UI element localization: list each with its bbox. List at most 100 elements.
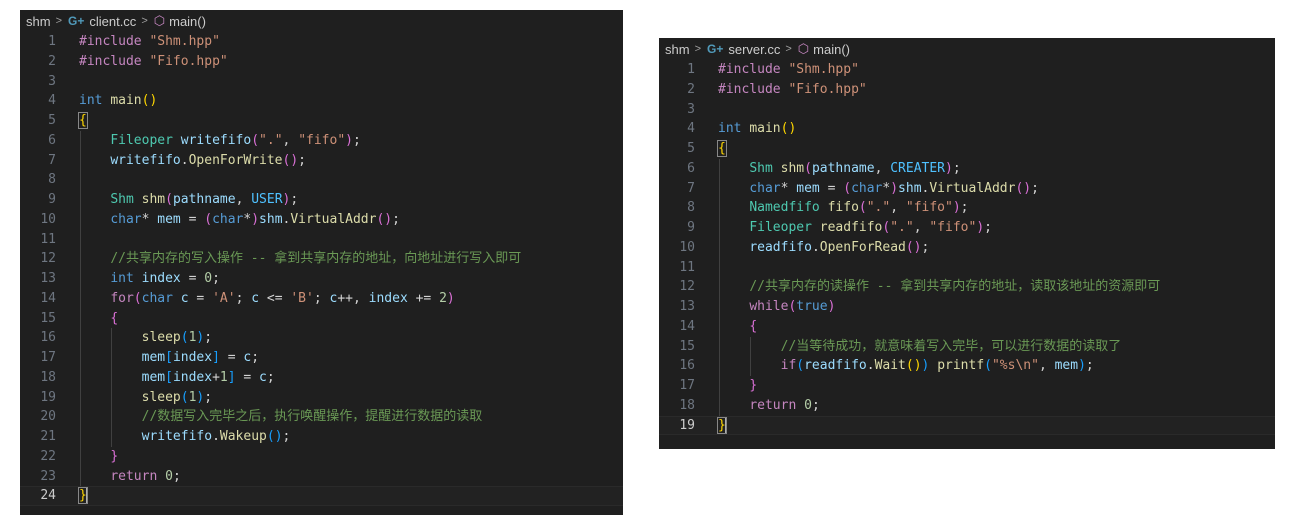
code-line[interactable]: 18 return 0;: [659, 396, 1275, 416]
code-line[interactable]: 1 #include "Shm.hpp": [20, 32, 623, 52]
code-line[interactable]: 4 int main(): [20, 91, 623, 111]
code-line[interactable]: 24}: [20, 486, 623, 506]
code-text: {: [718, 319, 757, 334]
code-line[interactable]: 6 Shm shm(pathname, CREATER);: [659, 159, 1275, 179]
code-line[interactable]: 4 int main(): [659, 119, 1275, 139]
code-token: pathname: [811, 160, 875, 176]
breadcrumb: shm > G+ server.cc > ⬡ main(): [659, 38, 1275, 60]
line-number: 19: [40, 389, 56, 405]
breadcrumb-folder[interactable]: shm: [26, 14, 51, 29]
code-area[interactable]: 1 #include "Shm.hpp" 2 #include "Fifo.hpp" 3…: [659, 60, 1275, 436]
code-token: index: [141, 271, 181, 286]
line-number: 8: [687, 200, 695, 216]
code-text: if(readfifo.Wait()) printf("%s\n", mem);: [718, 358, 1094, 373]
code-line[interactable]: 10 char* mem = (char*)shm.VirtualAddr();: [20, 210, 623, 230]
code-line[interactable]: 2 #include "Fifo.hpp": [659, 80, 1275, 100]
code-line[interactable]: 2 #include "Fifo.hpp": [20, 52, 623, 72]
code-line[interactable]: 9 Fileoper readfifo(".", "fifo");: [659, 218, 1275, 238]
code-token: main: [749, 121, 781, 137]
code-token: ;: [811, 397, 820, 413]
code-token: sleep: [141, 389, 181, 405]
code-line[interactable]: 9 Shm shm(pathname, USER);: [20, 190, 623, 210]
code-line[interactable]: 22 }: [20, 447, 623, 467]
code-token: ;: [392, 211, 400, 227]
code-line[interactable]: 3: [20, 72, 623, 92]
code-line[interactable]: 8: [20, 170, 623, 190]
code-token: (): [376, 211, 393, 227]
method-cube-icon: ⬡: [153, 13, 166, 28]
code-line[interactable]: 13 int index = 0;: [20, 269, 623, 289]
breadcrumb-symbol[interactable]: main(): [813, 42, 850, 57]
breadcrumb-symbol[interactable]: main(): [169, 14, 206, 29]
code-token: shm: [780, 160, 805, 176]
code-token: (: [180, 389, 189, 405]
code-line[interactable]: 3: [659, 100, 1275, 120]
code-token: ]: [212, 350, 220, 365]
code-line[interactable]: 7 writefifo.OpenForWrite();: [20, 151, 623, 171]
line-number: 20: [40, 409, 56, 425]
code-token: Fileoper: [749, 220, 820, 235]
line-number: 9: [687, 220, 695, 235]
code-token: (: [843, 180, 852, 196]
code-token: 2: [439, 290, 447, 306]
code-token: (): [282, 152, 299, 168]
code-line[interactable]: 1 #include "Shm.hpp": [659, 60, 1275, 80]
code-token: ;: [960, 200, 969, 216]
code-token: "Shm.hpp": [788, 62, 859, 77]
code-area[interactable]: 1 #include "Shm.hpp" 2 #include "Fifo.hpp" 3…: [20, 32, 623, 506]
code-token: (): [905, 358, 922, 374]
code-line[interactable]: 14 {: [659, 317, 1275, 337]
code-token: ;: [290, 192, 299, 207]
line-number: 15: [679, 338, 695, 354]
editor-server[interactable]: shm > G+ server.cc > ⬡ main() 1 #include …: [659, 38, 1275, 449]
code-text: Namedfifo fifo(".", "fifo");: [718, 200, 969, 216]
code-text: #include "Fifo.hpp": [718, 82, 867, 97]
code-token: index: [368, 290, 408, 306]
code-line[interactable]: 19}: [659, 415, 1275, 436]
code-text: return 0;: [79, 469, 180, 484]
code-line[interactable]: 16 if(readfifo.Wait()) printf("%s\n", me…: [659, 356, 1275, 376]
code-line[interactable]: 8 Namedfifo fifo(".", "fifo");: [659, 198, 1275, 218]
code-line[interactable]: 6 Fileoper writefifo(".", "fifo");: [20, 131, 623, 151]
code-line[interactable]: 11: [659, 258, 1275, 278]
breadcrumb-folder[interactable]: shm: [665, 42, 690, 57]
code-token: ): [251, 211, 260, 227]
code-token: {: [717, 140, 727, 157]
code-token: Wakeup: [219, 429, 267, 444]
code-line[interactable]: 15 {: [20, 309, 623, 329]
code-line[interactable]: 13 while(true): [659, 297, 1275, 317]
code-token: (): [905, 239, 922, 255]
code-token: 1: [219, 369, 228, 385]
code-line[interactable]: 10 readfifo.OpenForRead();: [659, 238, 1275, 258]
code-line[interactable]: 15 //当等待成功，就意味着写入完毕，可以进行数据的读取了: [659, 337, 1275, 357]
code-line[interactable]: 12 //共享内存的读操作 -- 拿到共享内存的地址，读取该地址的资源即可: [659, 277, 1275, 297]
code-line[interactable]: 7 char* mem = (char*)shm.VirtualAddr();: [659, 179, 1275, 199]
code-token: +=: [407, 290, 440, 306]
code-line[interactable]: 11: [20, 230, 623, 250]
code-token: readfifo: [819, 220, 883, 235]
code-token: ): [890, 180, 899, 196]
code-token: int: [718, 121, 750, 137]
code-token: [: [165, 369, 173, 385]
code-token: (: [251, 132, 260, 148]
code-line[interactable]: 5{: [20, 111, 623, 131]
code-token: ,: [890, 200, 906, 216]
code-token: shm: [141, 192, 166, 207]
editor-client[interactable]: shm > G+ client.cc > ⬡ main() 1 #include …: [20, 10, 623, 515]
code-line[interactable]: 23 return 0;: [20, 467, 623, 487]
code-line[interactable]: 12 //共享内存的写入操作 -- 拿到共享内存的地址，向地址进行写入即可: [20, 249, 623, 269]
code-text: Shm shm(pathname, USER);: [79, 192, 298, 207]
code-line[interactable]: 17 }: [659, 376, 1275, 396]
code-token: char: [212, 211, 244, 227]
code-text: mem[index+1] = c;: [79, 370, 275, 385]
code-token: ,: [282, 132, 299, 148]
code-line[interactable]: 5{: [659, 139, 1275, 159]
breadcrumb-file[interactable]: client.cc: [89, 14, 136, 29]
code-line[interactable]: 14 for(char c = 'A'; c <= 'B'; c++, inde…: [20, 289, 623, 309]
breadcrumb-file[interactable]: server.cc: [728, 42, 780, 57]
